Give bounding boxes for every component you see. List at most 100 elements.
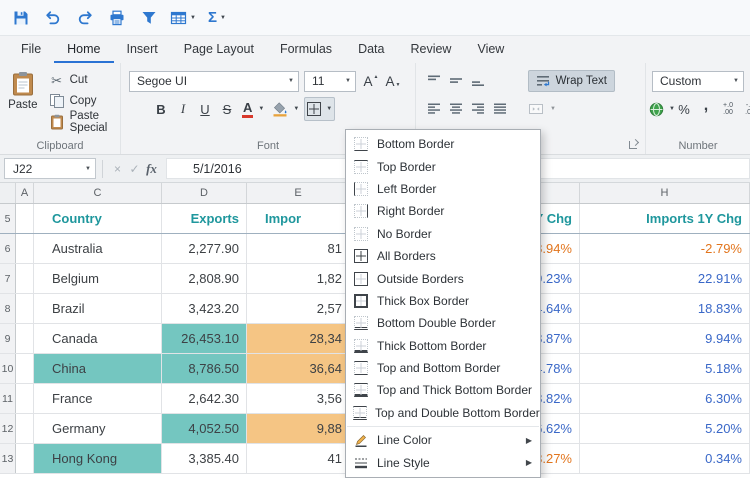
- strikethrough-button[interactable]: S: [217, 97, 237, 121]
- cell-A9[interactable]: [16, 324, 34, 353]
- menu-item-outside-borders[interactable]: Outside Borders: [346, 267, 540, 289]
- cell-C9[interactable]: Canada: [34, 324, 162, 353]
- font-size-select[interactable]: 11 ▼: [304, 71, 356, 92]
- filter-button[interactable]: [135, 4, 163, 32]
- cell-H9[interactable]: 9.94%: [580, 324, 750, 353]
- bold-button[interactable]: B: [151, 97, 171, 121]
- row-header-5[interactable]: 5: [0, 204, 16, 233]
- justify-button[interactable]: [490, 97, 510, 121]
- tab-home[interactable]: Home: [54, 36, 113, 63]
- menu-item-right-border[interactable]: Right Border: [346, 200, 540, 222]
- cell-D11[interactable]: 2,642.30: [162, 384, 247, 413]
- column-header-A[interactable]: A: [16, 183, 34, 203]
- row-header-11[interactable]: 11: [0, 384, 16, 413]
- paste-button[interactable]: Paste: [6, 70, 40, 132]
- decrease-font-size-button[interactable]: A ▼: [383, 70, 403, 92]
- cell-D5[interactable]: Exports: [162, 204, 247, 233]
- increase-decimal-button[interactable]: +.0 .00: [718, 97, 738, 121]
- increase-font-size-button[interactable]: A ▲: [361, 70, 381, 92]
- cell-A6[interactable]: [16, 234, 34, 263]
- cell-E12[interactable]: 9,88: [247, 414, 350, 443]
- tab-page-layout[interactable]: Page Layout: [171, 36, 267, 63]
- cell-C10[interactable]: China: [34, 354, 162, 383]
- redo-button[interactable]: [71, 4, 99, 32]
- cell-D10[interactable]: 8,786.50: [162, 354, 247, 383]
- tab-formulas[interactable]: Formulas: [267, 36, 345, 63]
- font-color-button[interactable]: A ▼: [239, 97, 267, 121]
- table-button[interactable]: ▼: [167, 4, 199, 32]
- sum-button[interactable]: Σ▼: [203, 4, 231, 32]
- cell-H12[interactable]: 5.20%: [580, 414, 750, 443]
- menu-item-thick-box-border[interactable]: Thick Box Border: [346, 290, 540, 312]
- cell-D7[interactable]: 2,808.90: [162, 264, 247, 293]
- row-header-8[interactable]: 8: [0, 294, 16, 323]
- cell-E10[interactable]: 36,64: [247, 354, 350, 383]
- cell-A10[interactable]: [16, 354, 34, 383]
- cell-H7[interactable]: 22.91%: [580, 264, 750, 293]
- cell-H8[interactable]: 18.83%: [580, 294, 750, 323]
- menu-item-top-border[interactable]: Top Border: [346, 155, 540, 177]
- italic-button[interactable]: I: [173, 97, 193, 121]
- align-center-button[interactable]: [446, 97, 466, 121]
- cell-E11[interactable]: 3,56: [247, 384, 350, 413]
- underline-button[interactable]: U: [195, 97, 215, 121]
- tab-insert[interactable]: Insert: [114, 36, 171, 63]
- menu-item-no-border[interactable]: No Border: [346, 223, 540, 245]
- menu-item-top-and-bottom-border[interactable]: Top and Bottom Border: [346, 357, 540, 379]
- cell-H13[interactable]: 0.34%: [580, 444, 750, 473]
- cell-A13[interactable]: [16, 444, 34, 473]
- merge-cells-button[interactable]: ▼: [526, 97, 558, 121]
- paste-special-button[interactable]: Paste Special: [46, 112, 120, 132]
- align-right-button[interactable]: [468, 97, 488, 121]
- cell-E7[interactable]: 1,82: [247, 264, 350, 293]
- cell-D6[interactable]: 2,277.90: [162, 234, 247, 263]
- align-top-button[interactable]: [424, 70, 444, 92]
- cell-E9[interactable]: 28,34: [247, 324, 350, 353]
- cell-C12[interactable]: Germany: [34, 414, 162, 443]
- tab-review[interactable]: Review: [397, 36, 464, 63]
- row-header-6[interactable]: 6: [0, 234, 16, 263]
- cell-C7[interactable]: Belgium: [34, 264, 162, 293]
- cell-E5[interactable]: Impor: [247, 204, 350, 233]
- cell-C8[interactable]: Brazil: [34, 294, 162, 323]
- cell-A5[interactable]: [16, 204, 34, 233]
- percent-style-button[interactable]: %: [674, 97, 694, 121]
- cell-E6[interactable]: 81: [247, 234, 350, 263]
- cell-A8[interactable]: [16, 294, 34, 323]
- cell-C5[interactable]: Country: [34, 204, 162, 233]
- menu-item-thick-bottom-border[interactable]: Thick Bottom Border: [346, 335, 540, 357]
- tab-view[interactable]: View: [464, 36, 517, 63]
- cell-H5[interactable]: Imports 1Y Chg: [580, 204, 750, 233]
- comma-style-button[interactable]: ,: [696, 97, 716, 121]
- align-bottom-button[interactable]: [468, 70, 488, 92]
- cell-C6[interactable]: Australia: [34, 234, 162, 263]
- borders-button[interactable]: ▼: [304, 97, 335, 121]
- cell-H6[interactable]: -2.79%: [580, 234, 750, 263]
- menu-item-line-color[interactable]: Line Color▶: [346, 429, 540, 451]
- decrease-decimal-button[interactable]: -.0 .00: [740, 97, 750, 121]
- enter-icon[interactable]: ✓: [126, 162, 143, 176]
- cell-E8[interactable]: 2,57: [247, 294, 350, 323]
- number-format-select[interactable]: Custom ▼: [652, 71, 744, 92]
- row-header-9[interactable]: 9: [0, 324, 16, 353]
- menu-item-bottom-double-border[interactable]: Bottom Double Border: [346, 312, 540, 334]
- tab-file[interactable]: File: [8, 36, 54, 63]
- cell-A11[interactable]: [16, 384, 34, 413]
- cell-H11[interactable]: 6.30%: [580, 384, 750, 413]
- cell-C11[interactable]: France: [34, 384, 162, 413]
- insert-function-button[interactable]: fx: [143, 161, 160, 177]
- row-header-12[interactable]: 12: [0, 414, 16, 443]
- menu-item-bottom-border[interactable]: Bottom Border: [346, 133, 540, 155]
- menu-item-line-style[interactable]: Line Style▶: [346, 451, 540, 473]
- align-left-button[interactable]: [424, 97, 444, 121]
- cell-D13[interactable]: 3,385.40: [162, 444, 247, 473]
- fill-color-button[interactable]: ▼: [269, 97, 302, 121]
- column-header-H[interactable]: H: [580, 183, 750, 203]
- cell-D9[interactable]: 26,453.10: [162, 324, 247, 353]
- font-name-select[interactable]: Segoe UI ▼: [129, 71, 299, 92]
- cell-C13[interactable]: Hong Kong: [34, 444, 162, 473]
- menu-item-all-borders[interactable]: All Borders: [346, 245, 540, 267]
- name-box[interactable]: J22 ▼: [4, 158, 96, 179]
- cut-button[interactable]: ✂ Cut: [46, 70, 120, 90]
- print-button[interactable]: [103, 4, 131, 32]
